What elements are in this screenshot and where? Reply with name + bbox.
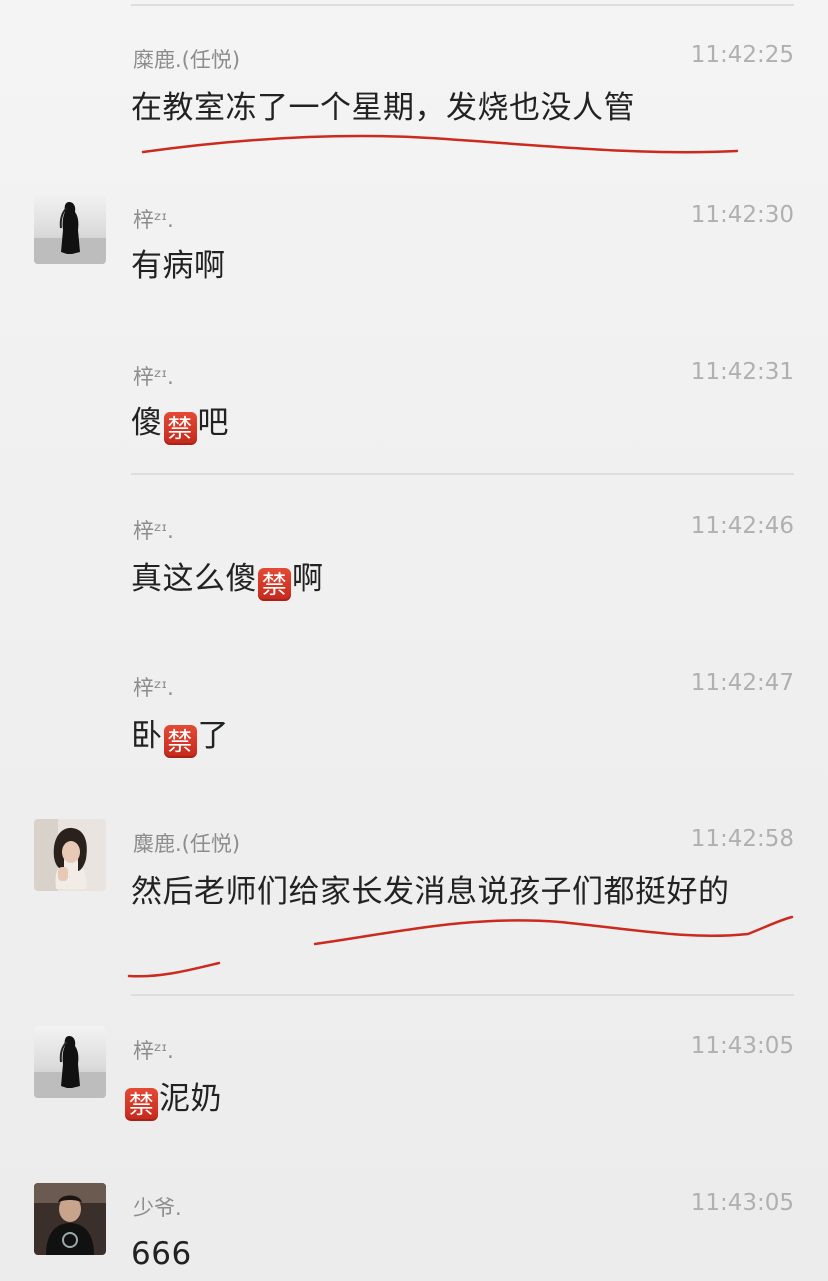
sender-name: 梓ᶻᶦ. bbox=[133, 519, 174, 543]
message-text-part: 啊 bbox=[292, 561, 324, 597]
message-time: 11:43:05 bbox=[690, 1033, 794, 1059]
sender-name: 梓ᶻᶦ. bbox=[133, 208, 174, 232]
message-time: 11:42:47 bbox=[690, 670, 794, 696]
message-time: 11:43:05 bbox=[690, 1190, 794, 1216]
avatar[interactable] bbox=[34, 1026, 106, 1098]
message-time: 11:42:31 bbox=[690, 359, 794, 385]
message-text-part: 了 bbox=[197, 718, 229, 754]
message-text: 666 bbox=[131, 1230, 796, 1279]
message-text: 禁泥奶 bbox=[124, 1075, 789, 1124]
message-text-part: 傻 bbox=[131, 405, 163, 441]
message-time: 11:42:30 bbox=[690, 202, 794, 228]
message-text-part: 666 bbox=[131, 1236, 192, 1272]
underline-stroke bbox=[313, 915, 794, 946]
sender-name: 麋鹿.(任悦) bbox=[133, 832, 241, 856]
censor-emoji-icon: 禁 bbox=[125, 1088, 158, 1121]
message-text-part: 然后老师们给家长发消息说孩子们都挺好的 bbox=[131, 874, 730, 910]
censor-emoji-icon: 禁 bbox=[163, 725, 197, 758]
censor-emoji-icon: 禁 bbox=[258, 568, 291, 601]
underline-stroke bbox=[141, 134, 739, 154]
underline-stroke bbox=[127, 961, 221, 978]
avatar-girl-icon bbox=[34, 819, 106, 891]
sender-name: 梓ᶻᶦ. bbox=[133, 676, 174, 700]
sender-name: 糜鹿.(任悦) bbox=[133, 48, 241, 72]
avatar-boy-icon bbox=[34, 1183, 106, 1255]
message-time: 11:42:58 bbox=[690, 826, 794, 852]
message-text: 卧禁了 bbox=[131, 712, 796, 761]
censor-emoji-icon: 禁 bbox=[163, 412, 197, 445]
chat-history-page: 糜鹿.(任悦) 11:42:25 在教室冻了一个星期，发烧也没人管 梓ᶻᶦ. 1… bbox=[0, 0, 828, 1281]
message-text-part: 真这么傻 bbox=[131, 561, 257, 597]
divider bbox=[131, 473, 794, 475]
message-text-part: 泥奶 bbox=[159, 1081, 222, 1117]
message-text: 傻禁吧 bbox=[131, 399, 796, 448]
sender-name: 梓ᶻᶦ. bbox=[133, 365, 174, 389]
avatar[interactable] bbox=[34, 192, 106, 264]
divider bbox=[131, 4, 794, 6]
message-text-part: 在教室冻了一个星期，发烧也没人管 bbox=[131, 90, 635, 126]
message-time: 11:42:46 bbox=[690, 513, 794, 539]
avatar-silhouette-icon bbox=[34, 192, 106, 264]
sender-name: 梓ᶻᶦ. bbox=[133, 1039, 174, 1063]
sender-name: 少爷. bbox=[133, 1196, 182, 1220]
avatar-silhouette-icon bbox=[34, 1026, 106, 1098]
message-text-part: 有病啊 bbox=[131, 248, 226, 284]
avatar[interactable] bbox=[34, 1183, 106, 1255]
message-text: 在教室冻了一个星期，发烧也没人管 bbox=[131, 84, 796, 133]
message-text: 然后老师们给家长发消息说孩子们都挺好的 bbox=[131, 868, 796, 917]
message-text-part: 卧 bbox=[131, 718, 163, 754]
message-text-part: 吧 bbox=[197, 405, 229, 441]
divider bbox=[131, 994, 794, 996]
message-time: 11:42:25 bbox=[690, 42, 794, 68]
message-text: 真这么傻禁啊 bbox=[131, 555, 796, 604]
avatar[interactable] bbox=[34, 819, 106, 891]
message-text: 有病啊 bbox=[131, 242, 796, 291]
